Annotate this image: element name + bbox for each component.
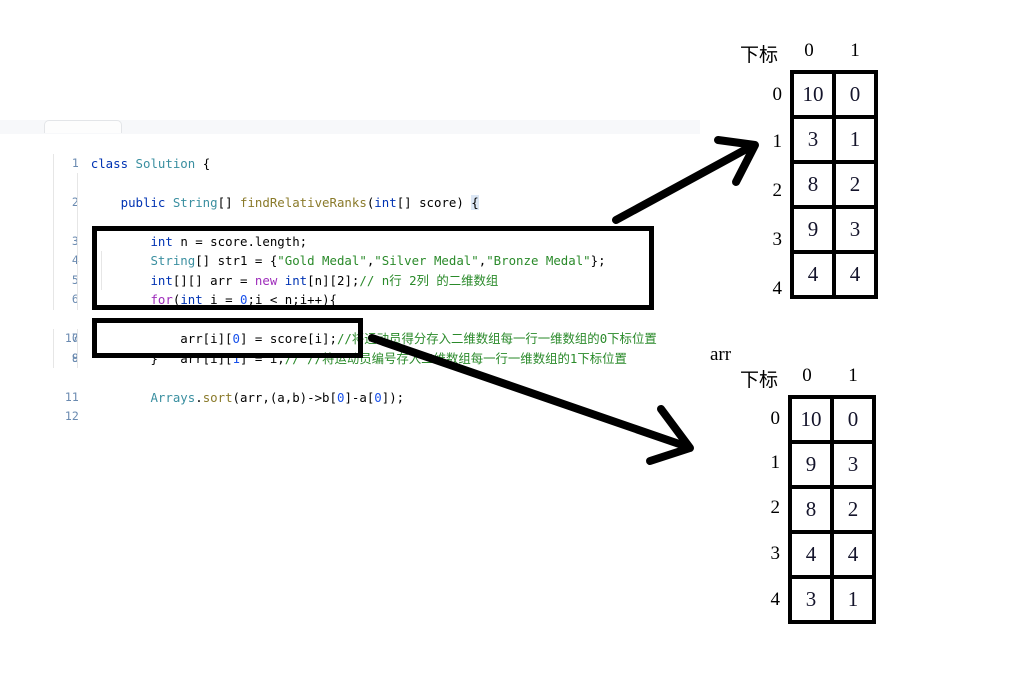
table-row: 3 1 <box>790 115 878 164</box>
indent-guide <box>53 153 54 173</box>
matrix-cell: 4 <box>790 250 836 299</box>
table-row: 9 3 <box>788 440 876 489</box>
matrix-col-header: 1 <box>848 365 858 386</box>
matrix-row-header: 2 <box>770 497 781 518</box>
matrix-cell: 0 <box>830 395 876 444</box>
matrix-row-header: 4 <box>772 278 783 299</box>
indent-guide <box>77 290 78 310</box>
indent-guide <box>53 192 54 212</box>
matrix-row-header: 0 <box>770 408 781 429</box>
indent-guide <box>53 231 54 251</box>
line-number: 12 <box>64 409 79 423</box>
indent-guide <box>53 329 54 349</box>
matrix-name-label: arr <box>710 344 732 365</box>
matrix-col-header: 1 <box>850 40 860 61</box>
matrix-cell: 4 <box>830 530 876 579</box>
code-content <box>79 407 98 427</box>
matrix-cell: 3 <box>790 115 836 164</box>
table-row: 9 3 <box>790 205 878 254</box>
indent-guide <box>77 212 78 232</box>
indent-guide <box>77 329 78 349</box>
indent-guide <box>53 173 54 193</box>
matrix-row-header: 3 <box>772 229 783 250</box>
arrays-sort-highlight-box <box>92 318 363 358</box>
matrix-cell: 0 <box>832 70 878 119</box>
matrix-cell: 10 <box>788 395 834 444</box>
table-row: 10 0 <box>790 70 878 119</box>
code-line: 4 String[] str1 = {"Gold Medal","Silver … <box>0 192 700 268</box>
matrix-cell: 9 <box>788 440 834 489</box>
line-number: 11 <box>64 389 79 404</box>
matrix-table: 10 0 3 1 8 2 9 3 4 4 <box>790 70 878 299</box>
matrix-col-header: 0 <box>804 40 814 61</box>
indent-guide <box>77 348 78 368</box>
table-row: 3 1 <box>788 575 876 624</box>
table-row: 8 2 <box>788 485 876 534</box>
matrix-row-header: 4 <box>770 589 781 610</box>
code-line: 1 class Solution { <box>0 134 700 171</box>
matrix-col-header: 0 <box>802 365 812 386</box>
indent-guide <box>77 270 78 290</box>
code-content: Arrays.sort(arr,(a,b)->b[0]-a[0]); <box>150 389 405 405</box>
code-line: 3 int n = score.length; <box>0 173 700 249</box>
matrix-after-sort: arr 下标 0 1 0 1 2 3 4 10 0 9 3 8 2 4 4 3 … <box>700 340 950 640</box>
matrix-cell: 2 <box>832 160 878 209</box>
matrix-cell: 2 <box>830 485 876 534</box>
indent-guide <box>53 212 54 232</box>
matrix-row-header: 1 <box>772 131 783 152</box>
indent-guide <box>53 270 54 290</box>
table-row: 8 2 <box>790 160 878 209</box>
table-row: 10 0 <box>788 395 876 444</box>
matrix-index-label: 下标 <box>740 370 779 391</box>
for-loop-highlight-box <box>92 226 654 310</box>
matrix-row-header: 0 <box>772 84 783 105</box>
indent-guide <box>77 192 78 212</box>
matrix-row-header: 2 <box>772 180 783 201</box>
matrix-cell: 3 <box>832 205 878 254</box>
matrix-cell: 1 <box>830 575 876 624</box>
matrix-cell: 3 <box>830 440 876 489</box>
indent-guide <box>77 231 78 251</box>
matrix-cell: 1 <box>832 115 878 164</box>
table-row: 4 4 <box>788 530 876 579</box>
matrix-row-header: 1 <box>770 452 781 473</box>
indent-guide <box>77 173 78 193</box>
matrix-row-header: 3 <box>770 543 781 564</box>
indent-guide <box>77 251 78 271</box>
matrix-cell: 8 <box>790 160 836 209</box>
table-row: 4 4 <box>790 250 878 299</box>
matrix-cell: 10 <box>790 70 836 119</box>
code-line: 2 public String[] findRelativeRanks(int[… <box>0 153 700 210</box>
matrix-before-sort: 下标 0 1 0 1 2 3 4 10 0 3 1 8 2 9 3 4 4 <box>700 30 950 330</box>
indent-guide <box>53 251 54 271</box>
indent-guide <box>53 290 54 310</box>
matrix-cell: 9 <box>790 205 836 254</box>
indent-guide <box>53 348 54 368</box>
matrix-cell: 3 <box>788 575 834 624</box>
matrix-index-label: 下标 <box>740 45 779 66</box>
matrix-cell: 4 <box>832 250 878 299</box>
editor-tab-bar <box>0 120 700 134</box>
matrix-cell: 8 <box>788 485 834 534</box>
matrix-cell: 4 <box>788 530 834 579</box>
editor-tab[interactable] <box>44 120 122 133</box>
matrix-table: 10 0 9 3 8 2 4 4 3 1 <box>788 395 876 624</box>
